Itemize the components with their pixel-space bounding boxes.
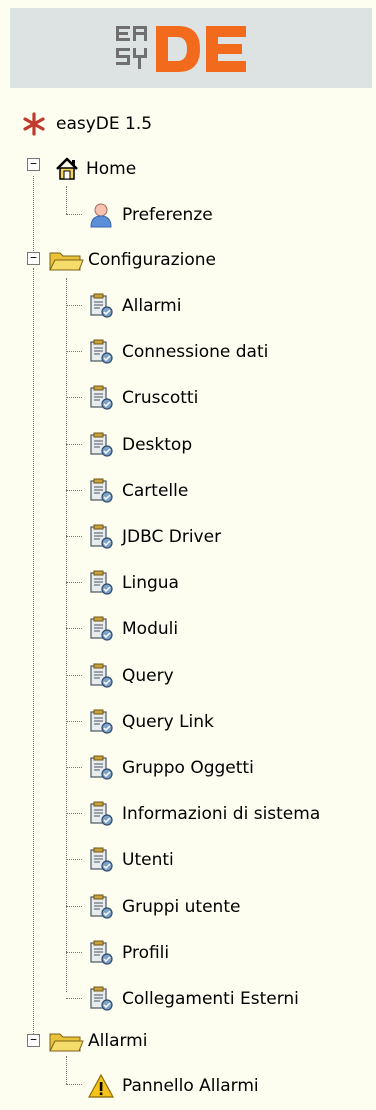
tree-line <box>66 397 82 398</box>
folder-open-icon <box>48 1028 84 1054</box>
tree-node-label: Configurazione <box>88 250 217 270</box>
tree-line <box>66 813 82 814</box>
document-settings-icon <box>88 524 114 550</box>
document-settings-icon <box>88 432 114 458</box>
tree-line <box>33 268 34 1038</box>
tree-leaf-label: Allarmi <box>122 296 182 316</box>
house-icon <box>54 156 80 182</box>
tree-leaf-label: Moduli <box>122 619 179 639</box>
document-settings-icon <box>88 847 114 873</box>
tree-leaf-config-item[interactable]: Utenti <box>88 845 174 875</box>
tree-leaf-label: Gruppo Oggetti <box>122 758 254 778</box>
tree-leaf-config-item[interactable]: Desktop <box>88 430 192 460</box>
tree-leaf-label: JDBC Driver <box>122 527 222 547</box>
tree-leaf-config-item[interactable]: Allarmi <box>88 291 181 321</box>
tree-leaf-config-item[interactable]: Query Link <box>88 707 214 737</box>
tree-leaf-pannello-allarmi[interactable]: Pannello Allarmi <box>88 1071 259 1101</box>
tree-line <box>66 490 82 491</box>
tree-leaf-label: Pannello Allarmi <box>122 1076 259 1096</box>
tree-line <box>66 859 82 860</box>
tree-leaf-label: Connessione dati <box>122 342 269 362</box>
folder-open-icon <box>48 247 84 273</box>
tree-leaf-preferenze[interactable]: Preferenze <box>88 200 213 230</box>
tree-root-label: easyDE 1.5 <box>56 114 153 134</box>
tree-leaf-label: Lingua <box>122 573 179 593</box>
tree-node-label: Home <box>86 159 137 179</box>
tree-line <box>66 628 82 629</box>
tree-leaf-config-item[interactable]: Cartelle <box>88 476 188 506</box>
tree-line <box>66 1056 67 1084</box>
tree-line <box>66 906 82 907</box>
tree-leaf-config-item[interactable]: Profili <box>88 938 169 968</box>
document-settings-icon <box>88 616 114 642</box>
tree-leaf-label: Utenti <box>122 850 174 870</box>
tree-line <box>66 582 82 583</box>
document-settings-icon <box>88 385 114 411</box>
document-settings-icon <box>88 570 114 596</box>
tree-leaf-label: Collegamenti Esterni <box>122 989 299 1009</box>
tree-leaf-config-item[interactable]: Query <box>88 661 174 691</box>
tree-leaf-label: Query Link <box>122 712 214 732</box>
tree-leaf-config-item[interactable]: Lingua <box>88 568 179 598</box>
tree-line <box>66 675 82 676</box>
tree-leaf-config-item[interactable]: Collegamenti Esterni <box>88 984 299 1014</box>
user-icon <box>88 202 114 228</box>
tree-node-label: Allarmi <box>88 1031 148 1051</box>
document-settings-icon <box>88 940 114 966</box>
tree-line <box>66 767 82 768</box>
warning-icon <box>88 1073 114 1099</box>
tree-line <box>33 176 34 257</box>
tree-line <box>66 278 67 992</box>
tree-root[interactable]: easyDE 1.5 <box>56 109 152 139</box>
document-settings-icon <box>88 709 114 735</box>
tree-leaf-config-item[interactable]: Gruppi utente <box>88 892 240 922</box>
asterisk-icon <box>23 112 45 136</box>
tree-line <box>66 351 82 352</box>
tree-line <box>66 444 82 445</box>
tree-node-home[interactable]: Home <box>54 154 136 184</box>
tree-leaf-config-item[interactable]: Gruppo Oggetti <box>88 753 254 783</box>
tree-node-configurazione[interactable]: Configurazione <box>48 245 216 275</box>
tree-line <box>66 952 82 953</box>
tree-leaf-label: Profili <box>122 943 170 963</box>
tree-leaf-label: Gruppi utente <box>122 897 241 917</box>
tree-leaf-label: Informazioni di sistema <box>122 804 321 824</box>
document-settings-icon <box>88 339 114 365</box>
document-settings-icon <box>88 986 114 1012</box>
tree-leaf-config-item[interactable]: Connessione dati <box>88 337 268 367</box>
document-settings-icon <box>88 801 114 827</box>
collapse-toggle-configurazione[interactable]: − <box>27 252 40 265</box>
tree-leaf-config-item[interactable]: Moduli <box>88 614 178 644</box>
tree-line <box>66 1084 82 1085</box>
document-settings-icon <box>88 663 114 689</box>
collapse-toggle-allarmi[interactable]: − <box>27 1034 40 1047</box>
document-settings-icon <box>88 894 114 920</box>
tree-line <box>66 186 67 214</box>
tree-line <box>66 721 82 722</box>
tree-leaf-label: Query <box>122 666 174 686</box>
tree-line <box>66 536 82 537</box>
document-settings-icon <box>88 293 114 319</box>
tree-leaf-label: Cruscotti <box>122 388 199 408</box>
document-settings-icon <box>88 755 114 781</box>
collapse-toggle-home[interactable]: − <box>27 158 40 171</box>
tree-line <box>66 305 82 306</box>
tree-line <box>66 214 82 215</box>
tree-leaf-config-item[interactable]: Informazioni di sistema <box>88 799 320 829</box>
tree-line <box>66 998 82 999</box>
tree-leaf-label: Preferenze <box>122 205 213 225</box>
tree-node-allarmi[interactable]: Allarmi <box>48 1026 147 1056</box>
tree-leaf-config-item[interactable]: Cruscotti <box>88 383 198 413</box>
navigation-tree: easyDE 1.5 − Home Preferenze − Configura… <box>0 0 376 1110</box>
tree-leaf-config-item[interactable]: JDBC Driver <box>88 522 221 552</box>
document-settings-icon <box>88 478 114 504</box>
tree-leaf-label: Cartelle <box>122 481 189 501</box>
tree-leaf-label: Desktop <box>122 435 193 455</box>
